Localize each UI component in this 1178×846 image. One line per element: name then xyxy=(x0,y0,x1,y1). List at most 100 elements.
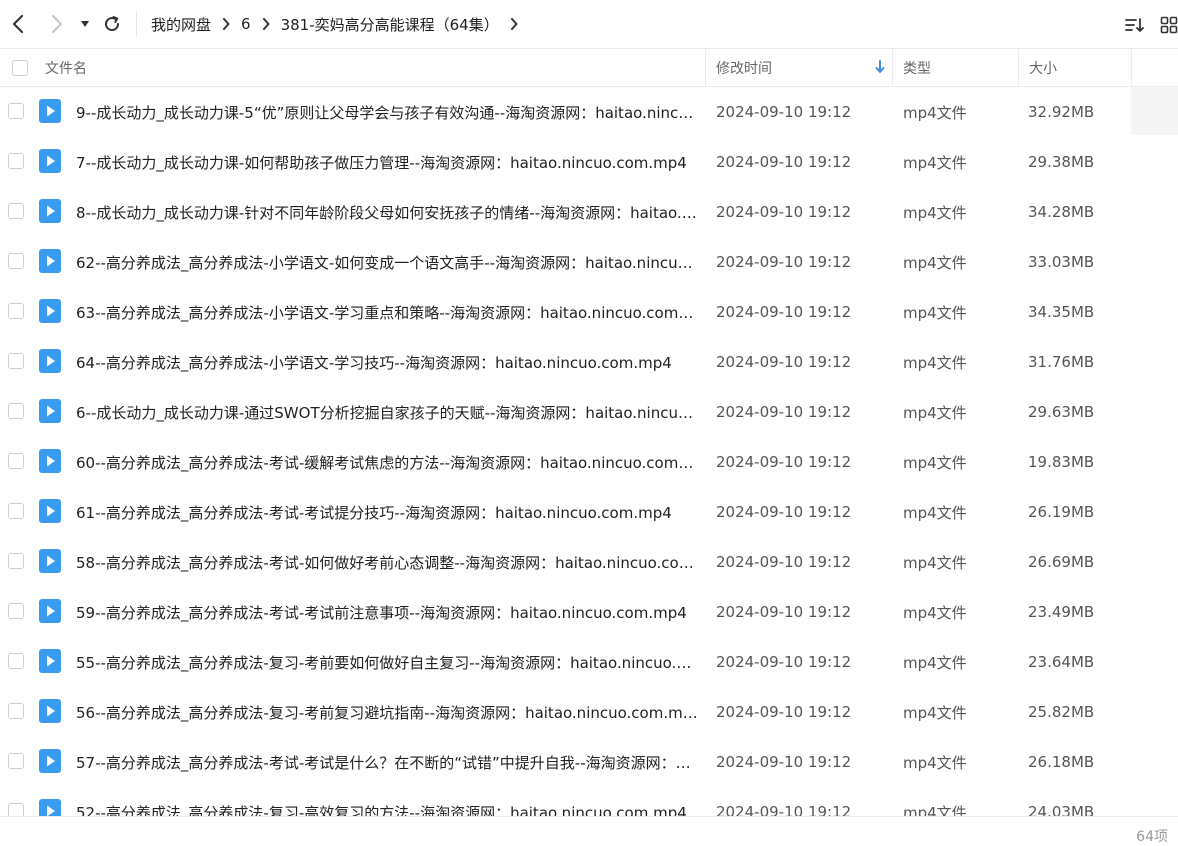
file-size: 32.92MB xyxy=(1028,103,1095,121)
file-row[interactable]: 58--高分养成法_高分养成法-考试-如何做好考前心态调整--海淘资源网：hai… xyxy=(0,537,1178,587)
column-divider xyxy=(1018,49,1019,87)
file-name-text: 62--高分养成法_高分养成法-小学语文-如何变成一个语文高手--海淘资源网：h… xyxy=(76,253,698,272)
refresh-icon xyxy=(105,16,120,32)
video-file-icon xyxy=(39,149,61,173)
chevron-right-icon xyxy=(510,18,518,30)
toolbar-divider xyxy=(136,12,137,36)
file-row[interactable]: 56--高分养成法_高分养成法-复习-考前复习避坑指南--海淘资源网：haita… xyxy=(0,687,1178,737)
sort-descending-icon[interactable] xyxy=(874,60,886,74)
file-row[interactable]: 62--高分养成法_高分养成法-小学语文-如何变成一个语文高手--海淘资源网：h… xyxy=(0,237,1178,287)
file-row[interactable]: 7--成长动力_成长动力课-如何帮助孩子做压力管理--海淘资源网：haitao.… xyxy=(0,137,1178,187)
column-header-name[interactable]: 文件名 xyxy=(45,49,87,87)
file-type: mp4文件 xyxy=(903,553,967,572)
breadcrumb-item-folder[interactable]: 6 xyxy=(241,15,251,33)
file-list: 9--成长动力_成长动力课-5“优”原则让父母学会与孩子有效沟通--海淘资源网：… xyxy=(0,87,1178,816)
file-name[interactable]: 61--高分养成法_高分养成法-考试-考试提分技巧--海淘资源网：haitao.… xyxy=(76,487,698,537)
file-size: 23.49MB xyxy=(1028,603,1095,621)
file-row[interactable]: 9--成长动力_成长动力课-5“优”原则让父母学会与孩子有效沟通--海淘资源网：… xyxy=(0,87,1178,137)
breadcrumb-item-current[interactable]: 381-奕妈高分高能课程（64集） xyxy=(281,14,499,35)
history-dropdown-button[interactable] xyxy=(76,10,94,38)
back-button[interactable] xyxy=(6,10,30,38)
file-name-text: 64--高分养成法_高分养成法-小学语文-学习技巧--海淘资源网：haitao.… xyxy=(76,353,672,372)
forward-button[interactable] xyxy=(45,10,69,38)
file-row[interactable]: 52--高分养成法_高分养成法-复习-高效复习的方法--海淘资源网：haitao… xyxy=(0,787,1178,816)
file-row[interactable]: 59--高分养成法_高分养成法-考试-考试前注意事项--海淘资源网：haitao… xyxy=(0,587,1178,637)
breadcrumb: 我的网盘 6 381-奕妈高分高能课程（64集） xyxy=(151,0,529,48)
video-file-icon xyxy=(39,449,61,473)
file-row[interactable]: 57--高分养成法_高分养成法-考试-考试是什么？在不断的“试错”中提升自我--… xyxy=(0,737,1178,787)
file-name[interactable]: 56--高分养成法_高分养成法-复习-考前复习避坑指南--海淘资源网：haita… xyxy=(76,687,698,737)
toolbar: 我的网盘 6 381-奕妈高分高能课程（64集） xyxy=(0,0,1178,48)
file-name[interactable]: 8--成长动力_成长动力课-针对不同年龄阶段父母如何安抚孩子的情绪--海淘资源网… xyxy=(76,187,698,237)
column-header-modified[interactable]: 修改时间 xyxy=(716,49,772,87)
video-file-icon xyxy=(39,249,61,273)
select-all-checkbox[interactable] xyxy=(12,60,28,76)
row-checkbox[interactable] xyxy=(8,353,24,369)
file-name[interactable]: 7--成长动力_成长动力课-如何帮助孩子做压力管理--海淘资源网：haitao.… xyxy=(76,137,698,187)
file-type: mp4文件 xyxy=(903,803,967,817)
file-modified: 2024-09-10 19:12 xyxy=(716,153,852,171)
sort-list-icon xyxy=(1125,18,1144,32)
file-row[interactable]: 60--高分养成法_高分养成法-考试-缓解考试焦虑的方法--海淘资源网：hait… xyxy=(0,437,1178,487)
file-name[interactable]: 9--成长动力_成长动力课-5“优”原则让父母学会与孩子有效沟通--海淘资源网：… xyxy=(76,87,698,137)
file-size: 29.63MB xyxy=(1028,403,1095,421)
file-modified: 2024-09-10 19:12 xyxy=(716,353,852,371)
row-checkbox[interactable] xyxy=(8,403,24,419)
file-row[interactable]: 64--高分养成法_高分养成法-小学语文-学习技巧--海淘资源网：haitao.… xyxy=(0,337,1178,387)
file-type: mp4文件 xyxy=(903,403,967,422)
sort-button[interactable] xyxy=(1124,14,1146,36)
file-name[interactable]: 58--高分养成法_高分养成法-考试-如何做好考前心态调整--海淘资源网：hai… xyxy=(76,537,698,587)
file-type: mp4文件 xyxy=(903,503,967,522)
file-name[interactable]: 55--高分养成法_高分养成法-复习-考前要如何做好自主复习--海淘资源网：ha… xyxy=(76,637,698,687)
file-name[interactable]: 60--高分养成法_高分养成法-考试-缓解考试焦虑的方法--海淘资源网：hait… xyxy=(76,437,698,487)
refresh-button[interactable] xyxy=(100,10,124,38)
row-checkbox[interactable] xyxy=(8,603,24,619)
row-checkbox[interactable] xyxy=(8,453,24,469)
file-row[interactable]: 8--成长动力_成长动力课-针对不同年龄阶段父母如何安抚孩子的情绪--海淘资源网… xyxy=(0,187,1178,237)
column-header-size[interactable]: 大小 xyxy=(1029,49,1057,87)
column-divider xyxy=(705,49,706,87)
file-size: 19.83MB xyxy=(1028,453,1095,471)
scrollbar-thumb[interactable] xyxy=(1131,87,1178,135)
file-row[interactable]: 63--高分养成法_高分养成法-小学语文-学习重点和策略--海淘资源网：hait… xyxy=(0,287,1178,337)
file-name[interactable]: 6--成长动力_成长动力课-通过SWOT分析挖掘自家孩子的天赋--海淘资源网：h… xyxy=(76,387,698,437)
file-name[interactable]: 59--高分养成法_高分养成法-考试-考试前注意事项--海淘资源网：haitao… xyxy=(76,587,698,637)
row-checkbox[interactable] xyxy=(8,253,24,269)
file-name[interactable]: 57--高分养成法_高分养成法-考试-考试是什么？在不断的“试错”中提升自我--… xyxy=(76,737,698,787)
row-checkbox[interactable] xyxy=(8,553,24,569)
video-file-icon xyxy=(39,349,61,373)
row-checkbox[interactable] xyxy=(8,303,24,319)
row-checkbox[interactable] xyxy=(8,153,24,169)
breadcrumb-item-root[interactable]: 我的网盘 xyxy=(151,14,211,35)
row-checkbox[interactable] xyxy=(8,203,24,219)
file-type: mp4文件 xyxy=(903,153,967,172)
row-checkbox[interactable] xyxy=(8,753,24,769)
file-name-text: 59--高分养成法_高分养成法-考试-考试前注意事项--海淘资源网：haitao… xyxy=(76,603,687,622)
file-row[interactable]: 6--成长动力_成长动力课-通过SWOT分析挖掘自家孩子的天赋--海淘资源网：h… xyxy=(0,387,1178,437)
file-size: 24.03MB xyxy=(1028,803,1095,816)
file-size: 29.38MB xyxy=(1028,153,1095,171)
file-modified: 2024-09-10 19:12 xyxy=(716,603,852,621)
row-checkbox[interactable] xyxy=(8,103,24,119)
file-name-text: 63--高分养成法_高分养成法-小学语文-学习重点和策略--海淘资源网：hait… xyxy=(76,303,698,322)
breadcrumb-expand-button[interactable] xyxy=(499,18,529,30)
file-row[interactable]: 61--高分养成法_高分养成法-考试-考试提分技巧--海淘资源网：haitao.… xyxy=(0,487,1178,537)
file-name[interactable]: 52--高分养成法_高分养成法-复习-高效复习的方法--海淘资源网：haitao… xyxy=(76,787,698,817)
row-checkbox[interactable] xyxy=(8,503,24,519)
file-modified: 2024-09-10 19:12 xyxy=(716,303,852,321)
row-checkbox[interactable] xyxy=(8,703,24,719)
file-row[interactable]: 55--高分养成法_高分养成法-复习-考前要如何做好自主复习--海淘资源网：ha… xyxy=(0,637,1178,687)
file-name[interactable]: 64--高分养成法_高分养成法-小学语文-学习技巧--海淘资源网：haitao.… xyxy=(76,337,698,387)
row-checkbox[interactable] xyxy=(8,653,24,669)
view-toggle-button[interactable] xyxy=(1158,14,1178,36)
file-type: mp4文件 xyxy=(903,703,967,722)
file-modified: 2024-09-10 19:12 xyxy=(716,503,852,521)
video-file-icon xyxy=(39,99,61,123)
column-header-type[interactable]: 类型 xyxy=(903,49,931,87)
column-divider xyxy=(892,49,893,87)
file-name[interactable]: 62--高分养成法_高分养成法-小学语文-如何变成一个语文高手--海淘资源网：h… xyxy=(76,237,698,287)
file-name-text: 60--高分养成法_高分养成法-考试-缓解考试焦虑的方法--海淘资源网：hait… xyxy=(76,453,698,472)
row-checkbox[interactable] xyxy=(8,803,24,816)
file-name[interactable]: 63--高分养成法_高分养成法-小学语文-学习重点和策略--海淘资源网：hait… xyxy=(76,287,698,337)
file-size: 33.03MB xyxy=(1028,253,1095,271)
